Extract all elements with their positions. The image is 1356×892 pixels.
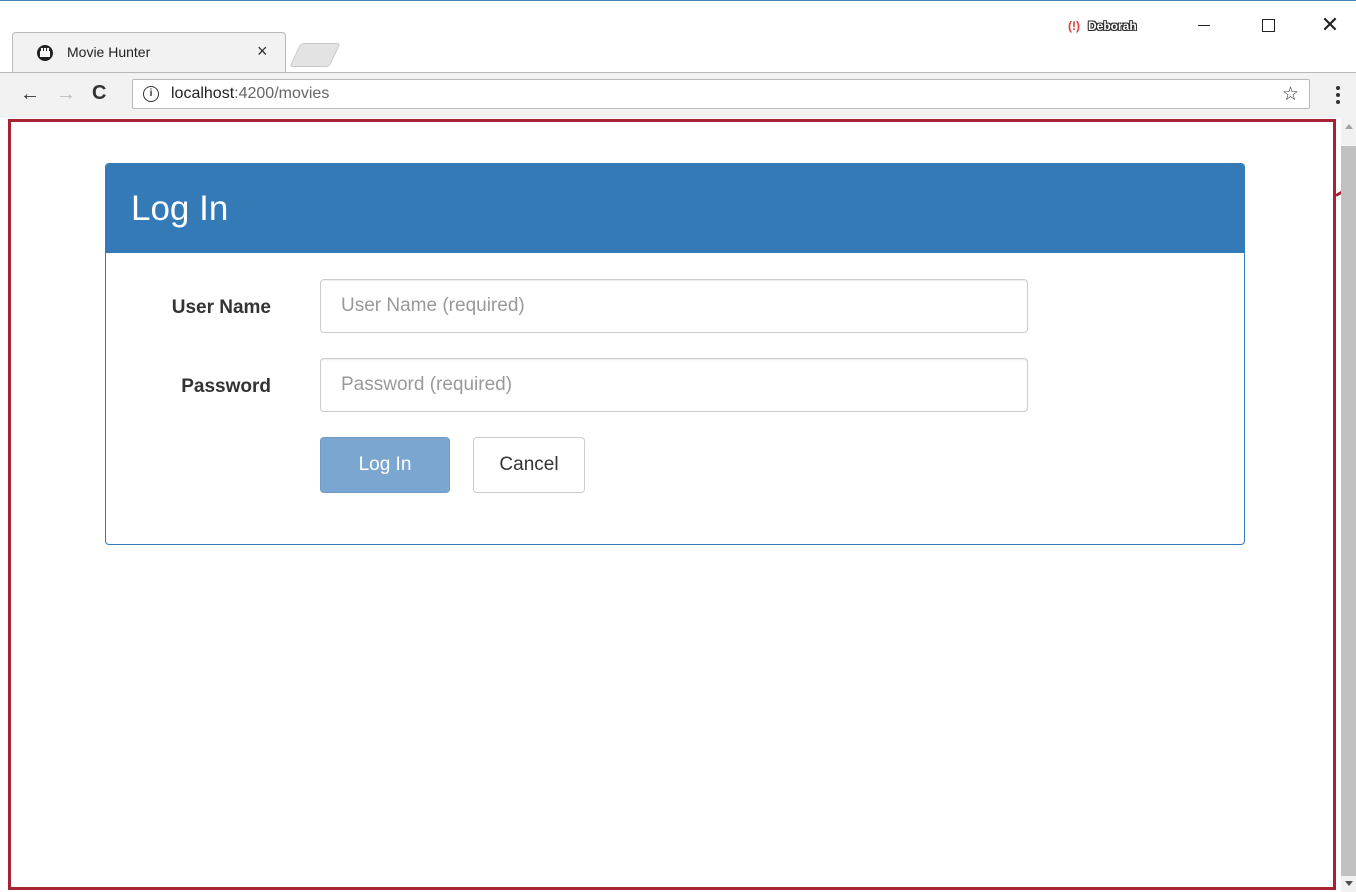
cancel-button[interactable]: Cancel [473, 437, 585, 493]
url-host: localhost [171, 85, 235, 102]
address-bar[interactable]: i localhost:4200/movies ☆ [132, 79, 1310, 109]
kebab-menu-icon[interactable] [1328, 83, 1348, 107]
page-title: Log In [131, 189, 229, 228]
scroll-up-arrow-icon[interactable] [1345, 124, 1353, 129]
tab-title: Movie Hunter [67, 44, 151, 60]
password-label: Password [181, 376, 271, 397]
browser-titlebar: Movie Hunter × (!) Deborah ✕ [0, 0, 1356, 72]
url-path: :4200/movies [234, 85, 330, 102]
new-tab-button[interactable] [289, 43, 341, 67]
back-arrow-icon[interactable]: ← [20, 83, 40, 106]
profile-name: Deborah [1088, 19, 1137, 33]
profile-alert-icon: (!) [1068, 19, 1080, 33]
scroll-down-arrow-icon[interactable] [1345, 881, 1353, 886]
login-panel-heading: Log In [106, 164, 1244, 253]
reload-icon[interactable]: C [92, 82, 106, 105]
star-icon[interactable]: ☆ [1282, 83, 1299, 106]
password-input[interactable] [320, 358, 1028, 412]
profile-button[interactable]: (!) Deborah [1068, 19, 1137, 33]
login-panel: Log In User Name Password Log In Cancel [105, 163, 1245, 545]
close-window-icon: ✕ [1320, 12, 1340, 37]
browser-tab-movie-hunter[interactable]: Movie Hunter × [12, 32, 286, 72]
maximize-button[interactable] [1248, 10, 1288, 40]
forward-arrow-icon[interactable]: → [56, 83, 76, 106]
minimize-button[interactable] [1184, 10, 1224, 40]
browser-toolbar: ← → C i localhost:4200/movies ☆ [0, 72, 1356, 118]
page-viewport: Log In User Name Password Log In Cancel [0, 118, 1356, 892]
close-icon[interactable]: × [257, 41, 268, 62]
info-icon[interactable]: i [143, 86, 159, 102]
username-input[interactable] [320, 279, 1028, 333]
close-window-button[interactable]: ✕ [1310, 10, 1350, 40]
window-top-edge [0, 0, 1356, 1]
film-favicon-icon [37, 45, 53, 61]
maximize-icon [1261, 18, 1275, 32]
vertical-scrollbar[interactable] [1341, 118, 1356, 892]
minimize-icon [1198, 24, 1210, 26]
username-label: User Name [171, 297, 271, 318]
login-button[interactable]: Log In [320, 437, 450, 493]
scrollbar-thumb[interactable] [1341, 146, 1356, 876]
url-text[interactable]: localhost:4200/movies [171, 85, 329, 103]
